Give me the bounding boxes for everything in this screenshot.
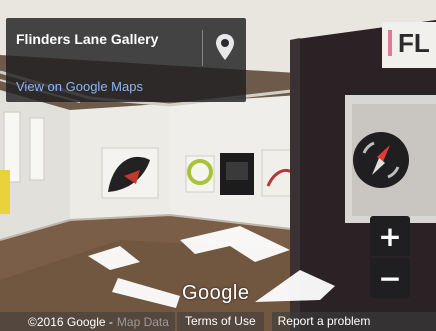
street-view-viewer[interactable]: FL Flinders Lane Gallery View on Google … <box>0 0 436 331</box>
copyright-text: ©2016 Google - <box>28 314 113 329</box>
gallery-sign-text: FL <box>398 28 430 58</box>
footer-attribution: ©2016 Google - Map Data <box>0 312 175 331</box>
google-logo: Google <box>182 282 250 304</box>
zoom-out-button[interactable]: − <box>370 258 410 298</box>
map-data-link[interactable]: Map Data <box>117 315 169 329</box>
compass-icon[interactable] <box>352 131 410 189</box>
report-a-problem-link[interactable]: Report a problem <box>271 312 436 331</box>
location-pin-icon[interactable] <box>214 32 236 62</box>
place-title: Flinders Lane Gallery <box>16 31 159 47</box>
card-divider <box>202 30 203 66</box>
zoom-in-button[interactable]: + <box>370 216 410 256</box>
view-on-google-maps-link[interactable]: View on Google Maps <box>16 79 143 94</box>
terms-of-use-link[interactable]: Terms of Use <box>176 312 264 331</box>
place-info-card: Flinders Lane Gallery View on Google Map… <box>6 18 246 102</box>
footer-bar: ©2016 Google - Map Data Terms of Use Rep… <box>0 312 436 331</box>
